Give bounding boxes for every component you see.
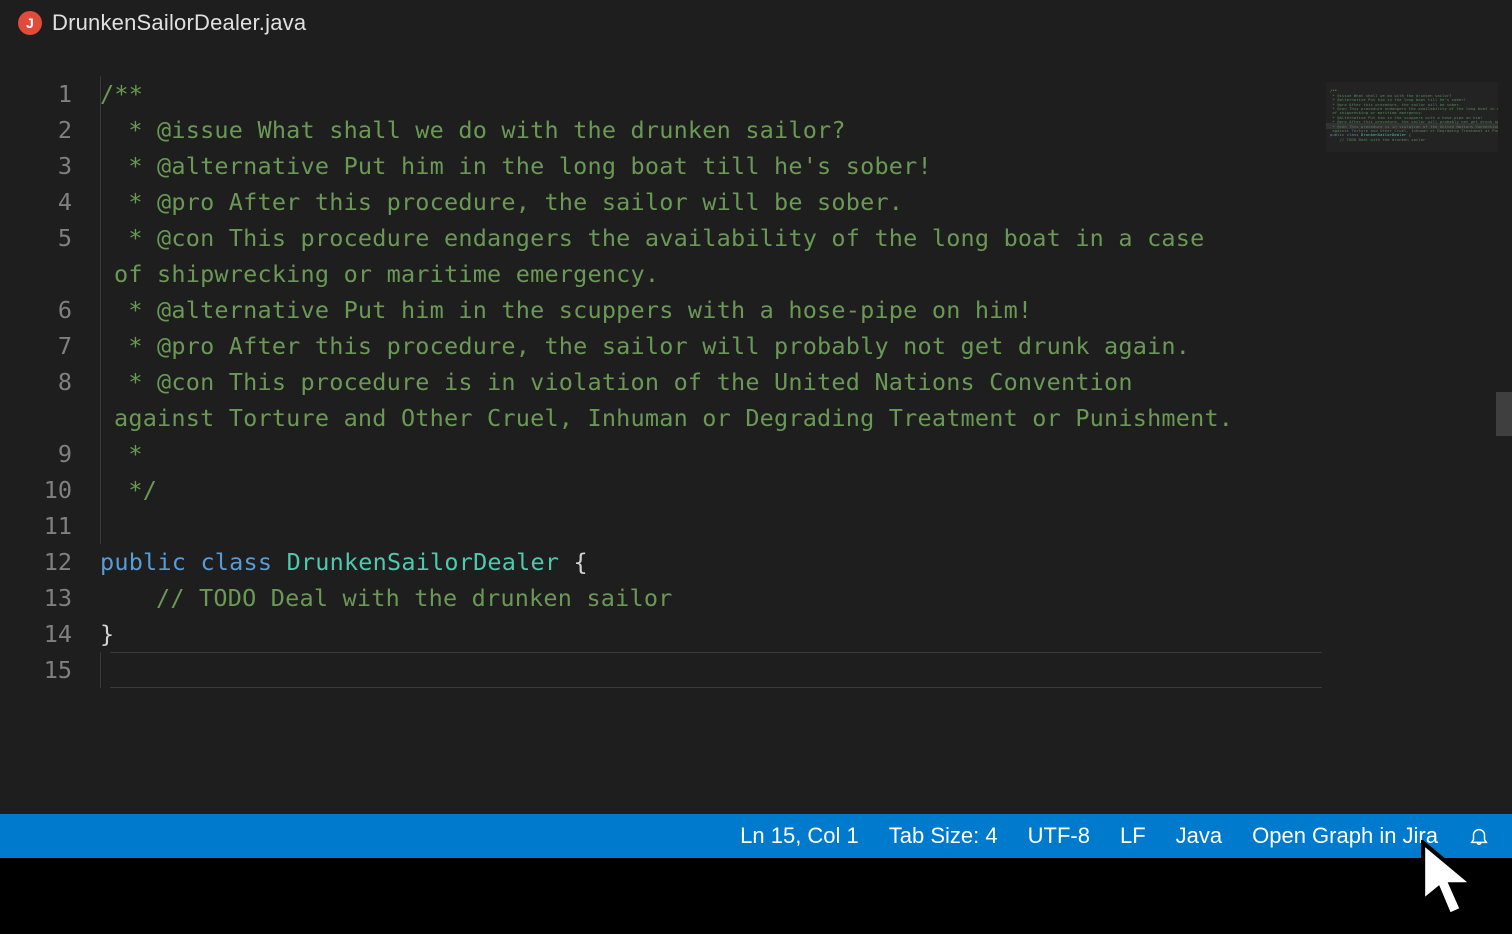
- code-line[interactable]: *: [100, 436, 1512, 472]
- line-number[interactable]: 2: [0, 112, 72, 148]
- line-number-gutter[interactable]: 123456789101112131415: [0, 76, 100, 814]
- code-line-wrap[interactable]: of shipwrecking or maritime emergency.: [100, 256, 1512, 292]
- code-line[interactable]: * @pro After this procedure, the sailor …: [100, 184, 1512, 220]
- minimap[interactable]: /** * @issue What shall we do with the d…: [1326, 82, 1498, 152]
- editor-window: J DrunkenSailorDealer.java 1234567891011…: [0, 0, 1512, 934]
- status-eol[interactable]: LF: [1120, 823, 1146, 849]
- line-number[interactable]: 6: [0, 292, 72, 328]
- code-line[interactable]: [100, 652, 1512, 688]
- code-line[interactable]: * @pro After this procedure, the sailor …: [100, 328, 1512, 364]
- java-file-icon: J: [18, 11, 42, 35]
- code-line[interactable]: */: [100, 472, 1512, 508]
- scrollbar-thumb[interactable]: [1496, 392, 1512, 436]
- editor-area[interactable]: 123456789101112131415 /** * @issue What …: [0, 46, 1512, 814]
- tab-bar: J DrunkenSailorDealer.java: [0, 0, 1512, 46]
- bell-icon[interactable]: [1468, 825, 1490, 847]
- line-number[interactable]: 15: [0, 652, 72, 688]
- status-indent[interactable]: Tab Size: 4: [889, 823, 998, 849]
- status-bar: Ln 15, Col 1 Tab Size: 4 UTF-8 LF Java O…: [0, 814, 1512, 858]
- code-line[interactable]: * @alternative Put him in the scuppers w…: [100, 292, 1512, 328]
- status-encoding[interactable]: UTF-8: [1028, 823, 1090, 849]
- code-line[interactable]: * @issue What shall we do with the drunk…: [100, 112, 1512, 148]
- line-number[interactable]: 10: [0, 472, 72, 508]
- code-line[interactable]: [100, 508, 1512, 544]
- code-line[interactable]: /**: [100, 76, 1512, 112]
- tab-filename: DrunkenSailorDealer.java: [52, 10, 306, 36]
- line-number[interactable]: 8: [0, 364, 72, 400]
- code-content[interactable]: /** * @issue What shall we do with the d…: [100, 76, 1512, 814]
- line-number[interactable]: 5: [0, 220, 72, 256]
- status-cursor-position[interactable]: Ln 15, Col 1: [740, 823, 859, 849]
- line-number[interactable]: 1: [0, 76, 72, 112]
- code-line[interactable]: * @alternative Put him in the long boat …: [100, 148, 1512, 184]
- code-line[interactable]: public class DrunkenSailorDealer {: [100, 544, 1512, 580]
- line-number[interactable]: 9: [0, 436, 72, 472]
- code-line[interactable]: * @con This procedure is in violation of…: [100, 364, 1512, 400]
- line-number[interactable]: 3: [0, 148, 72, 184]
- line-number[interactable]: 14: [0, 616, 72, 652]
- code-line[interactable]: * @con This procedure endangers the avai…: [100, 220, 1512, 256]
- line-number[interactable]: 11: [0, 508, 72, 544]
- code-line-wrap[interactable]: against Torture and Other Cruel, Inhuman…: [100, 400, 1512, 436]
- code-line[interactable]: // TODO Deal with the drunken sailor: [100, 580, 1512, 616]
- line-number[interactable]: 13: [0, 580, 72, 616]
- line-number[interactable]: 12: [0, 544, 72, 580]
- bottom-strip: [0, 858, 1512, 934]
- editor-tab[interactable]: J DrunkenSailorDealer.java: [18, 10, 306, 36]
- line-number[interactable]: 7: [0, 328, 72, 364]
- line-number[interactable]: 4: [0, 184, 72, 220]
- code-line[interactable]: }: [100, 616, 1512, 652]
- status-language[interactable]: Java: [1176, 823, 1222, 849]
- open-graph-in-jira-button[interactable]: Open Graph in Jira: [1252, 823, 1438, 849]
